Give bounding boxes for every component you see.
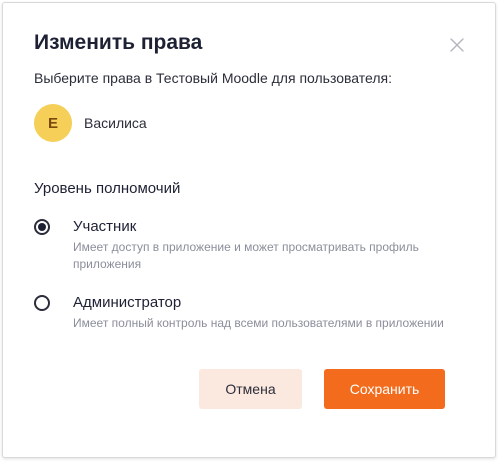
- option-administrator-label: Администратор: [73, 294, 182, 311]
- dialog-subtitle: Выберите права в Тестовый Moodle для пол…: [34, 70, 392, 86]
- administrator-radio[interactable]: [34, 295, 50, 311]
- option-participant-label: Участник: [73, 218, 137, 235]
- option-participant[interactable]: Участник Имеет доступ в приложение и мож…: [34, 217, 468, 273]
- option-participant-text: Участник Имеет доступ в приложение и мож…: [73, 217, 468, 273]
- user-info: Е Василиса: [34, 103, 147, 143]
- save-button[interactable]: Сохранить: [324, 369, 445, 409]
- radio-selected-dot: [38, 223, 46, 231]
- close-icon: [450, 38, 464, 52]
- close-button[interactable]: [447, 35, 467, 55]
- avatar: Е: [34, 104, 72, 142]
- participant-radio[interactable]: [34, 219, 50, 235]
- option-participant-description: Имеет доступ в приложение и может просма…: [73, 240, 419, 271]
- change-permissions-dialog: Изменить права Выберите права в Тестовый…: [2, 2, 496, 458]
- option-administrator[interactable]: Администратор Имеет полный контроль над …: [34, 293, 468, 332]
- permission-level-heading: Уровень полномочий: [34, 180, 181, 197]
- user-name: Василиса: [84, 115, 147, 131]
- cancel-button[interactable]: Отмена: [199, 369, 302, 409]
- option-administrator-text: Администратор Имеет полный контроль над …: [73, 293, 468, 332]
- option-administrator-description: Имеет полный контроль над всеми пользова…: [73, 316, 444, 330]
- dialog-title: Изменить права: [34, 31, 203, 54]
